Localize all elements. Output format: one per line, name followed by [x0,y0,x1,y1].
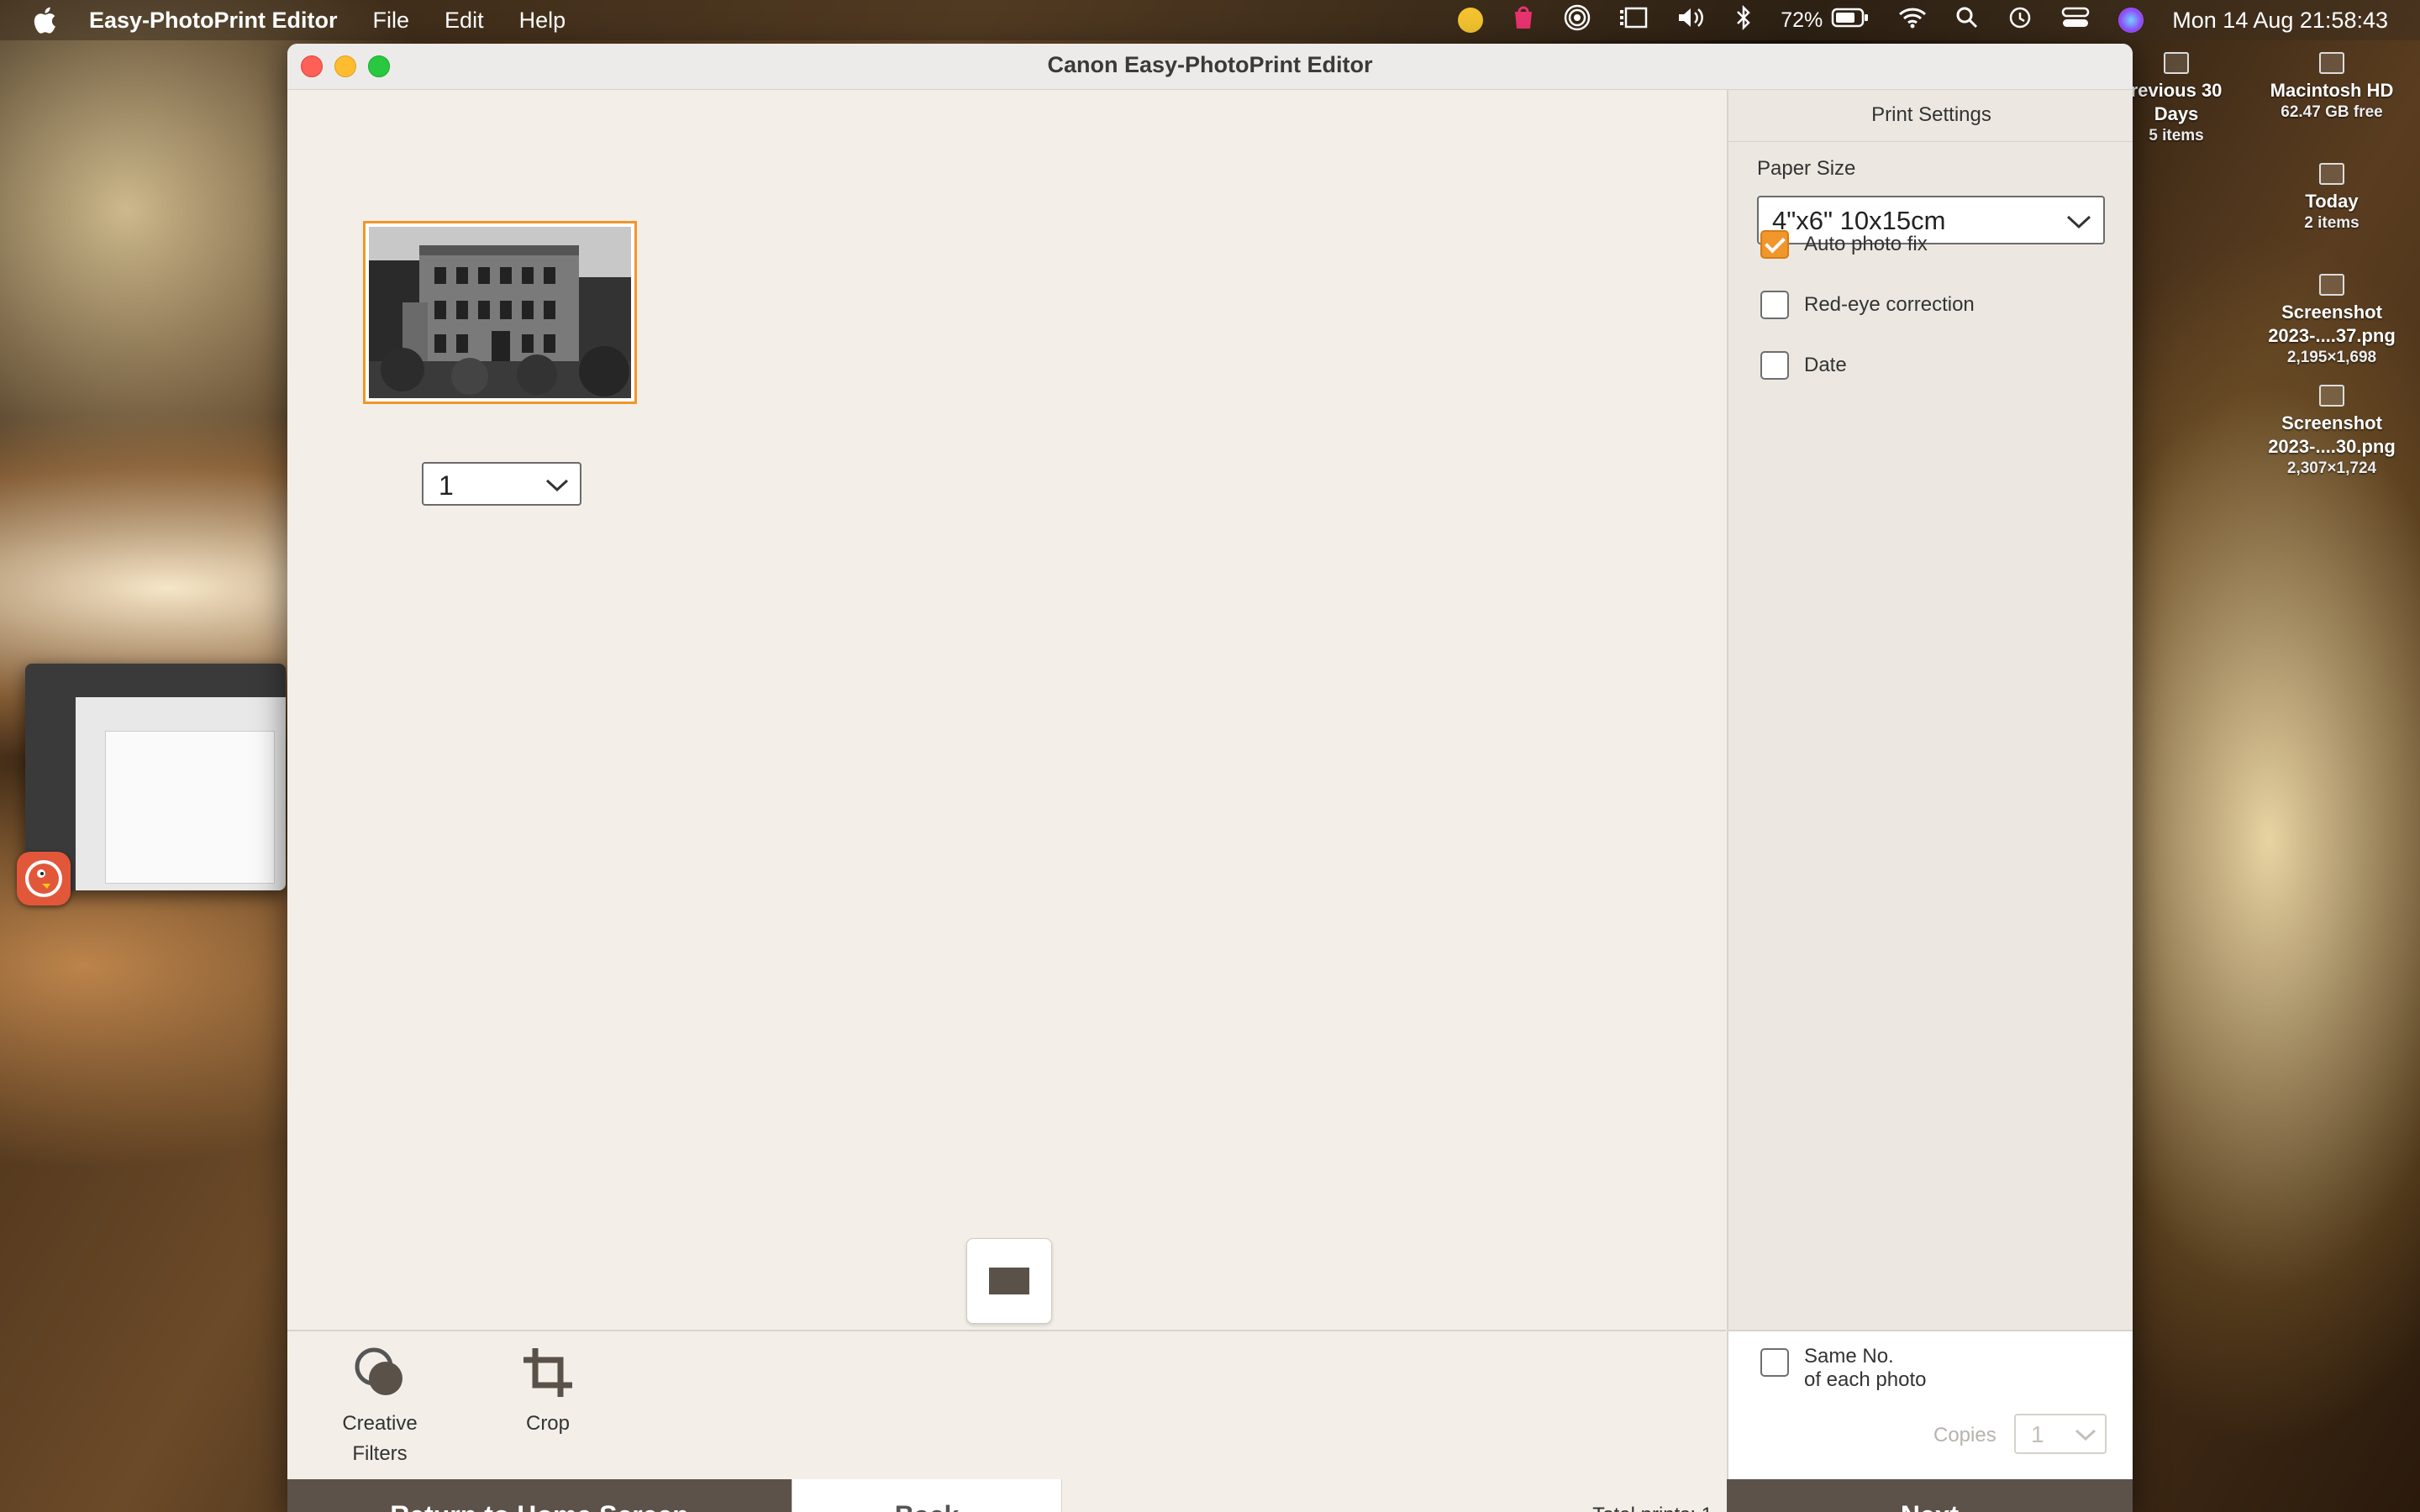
image-file-icon [2319,274,2344,296]
chevron-down-icon [2075,1429,2096,1441]
red-eye-correction-label: Red-eye correction [1804,293,1975,316]
edit-tools-bar: Creative Filters Crop [287,1330,1726,1481]
same-no-checkbox[interactable] [1760,1348,1789,1377]
volume-icon[interactable] [1676,6,1707,35]
back-button[interactable]: Back [792,1479,1062,1512]
menu-help[interactable]: Help [519,8,566,34]
desktop-icon-sub: 2,195×1,698 [2286,349,2377,366]
date-option[interactable]: Date [1760,349,1847,382]
auto-photo-fix-label: Auto photo fix [1804,233,1928,255]
chevron-down-icon [2066,215,2091,229]
desktop-icon-sub: 5 items [2149,127,2204,144]
creative-filters-tool[interactable]: Creative Filters [321,1345,439,1469]
return-home-button[interactable]: Return to Home Screen [287,1479,792,1512]
menubar-clock[interactable]: Mon 14 Aug 21:58:43 [2172,8,2388,34]
status-area: 72% Mon 14 Aug 21:58:43 [1458,0,2420,40]
window-titlebar: Canon Easy-PhotoPrint Editor [287,44,2133,90]
menu-edit[interactable]: Edit [445,8,484,34]
battery-icon[interactable] [1831,7,1870,34]
chevron-down-icon [545,479,569,492]
folder-icon [2319,163,2344,185]
airdrop-icon[interactable] [1564,4,1591,37]
filmstrip-icon [989,1268,1029,1294]
stage-manager-icon[interactable] [1619,6,1648,35]
red-eye-correction-option[interactable]: Red-eye correction [1760,288,1975,322]
total-prints: Total prints: 1 [1062,1479,1726,1512]
creative-filters-icon [355,1347,402,1395]
image-file-icon [2319,385,2344,407]
drive-icon [2319,52,2344,74]
window-title: Canon Easy-PhotoPrint Editor [1047,52,1373,77]
creative-filters-label-2: Filters [352,1442,408,1465]
panel-divider [1728,141,2133,142]
desktop-icon-label: Screenshot 2023-....37.png [2268,302,2396,346]
folder-icon [2164,52,2189,74]
house-photo-image [369,227,631,398]
bag-icon[interactable] [1512,5,1535,36]
footer-bar: Return to Home Screen Back Total prints:… [287,1479,2133,1512]
background-window-dialog [105,731,275,884]
crop-tool[interactable]: Crop [506,1345,590,1439]
copies-value: 1 [2031,1421,2044,1447]
same-no-label-1: Same No. [1804,1345,1894,1368]
print-settings-panel: Print Settings Paper Size 4"x6" 10x15cm … [1727,90,2133,1330]
desktop-file-screenshot-1[interactable]: Screenshot 2023-....37.png 2,195×1,698 [2252,274,2412,368]
desktop-icon-sub: 62.47 GB free [2281,103,2383,121]
easy-photoprint-window: Canon Easy-PhotoPrint Editor 1 Print Set… [287,44,2133,1512]
desktop-drive-macintosh-hd[interactable]: Macintosh HD 62.47 GB free [2252,52,2412,123]
copies-select[interactable]: 1 [2014,1414,2107,1454]
desktop-icon-label: Macintosh HD [2270,80,2394,101]
same-no-option[interactable]: Same No. of each photo [1760,1345,1926,1392]
battery-percent: 72% [1781,8,1823,32]
paper-size-label: Paper Size [1757,157,1856,180]
siri-icon[interactable] [2118,8,2144,33]
desktop-icon-sub: 2,307×1,724 [2286,459,2377,477]
layout-view-button[interactable] [966,1238,1052,1324]
photo-count-value: 1 [439,470,454,501]
print-settings-title: Print Settings [1871,103,1991,126]
same-no-label-2: of each photo [1804,1368,1927,1391]
copies-label: Copies [1933,1424,1996,1446]
menu-bar: Easy-PhotoPrint Editor File Edit Help 72… [0,0,2420,40]
red-eye-correction-checkbox[interactable] [1760,291,1789,319]
shazam-icon[interactable] [1458,8,1484,33]
date-label: Date [1804,354,1847,376]
desktop-icon-label: Today [2305,191,2359,212]
spotlight-search-icon[interactable] [1955,6,1979,35]
wifi-icon[interactable] [1898,6,1927,35]
apple-icon[interactable] [30,5,57,35]
desktop-file-screenshot-2[interactable]: Screenshot 2023-....30.png 2,307×1,724 [2252,385,2412,479]
desktop-icon-label: Screenshot 2023-....30.png [2268,412,2396,457]
desktop-icon-sub: 2 items [2304,214,2360,232]
control-center-icon[interactable] [2061,6,2090,35]
photo-thumbnail[interactable] [363,221,637,404]
desktop-icon-label: revious 30 Days [2130,80,2223,124]
menu-file[interactable]: File [373,8,410,34]
copies-panel: Same No. of each photo Copies 1 [1727,1330,2133,1481]
bluetooth-icon[interactable] [1735,4,1752,36]
crop-label: Crop [525,1412,571,1435]
desktop-folder-previous-30-days[interactable]: revious 30 Days 5 items [2126,52,2227,146]
next-button[interactable]: Next [1727,1479,2133,1512]
auto-photo-fix-checkbox[interactable] [1760,230,1789,259]
photo-count-select[interactable]: 1 [422,462,581,506]
time-machine-icon[interactable] [2007,5,2033,36]
photo-canvas: 1 [287,90,1726,1330]
desktop-folder-today[interactable]: Today 2 items [2269,163,2395,234]
creative-filters-label-1: Creative [342,1412,418,1435]
duckduckgo-icon[interactable] [17,852,71,906]
date-checkbox[interactable] [1760,351,1789,380]
crop-icon [523,1348,572,1397]
app-name-menu[interactable]: Easy-PhotoPrint Editor [89,8,338,34]
auto-photo-fix-option[interactable]: Auto photo fix [1760,228,1928,261]
